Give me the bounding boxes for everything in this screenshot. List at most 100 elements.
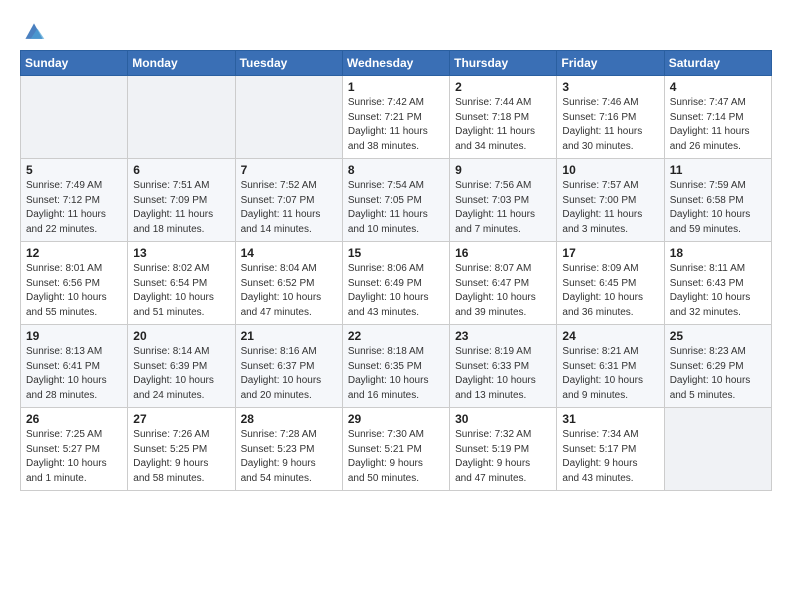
- logo-icon: [22, 20, 46, 44]
- day-info: Sunrise: 7:49 AMSunset: 7:12 PMDaylight:…: [26, 179, 122, 237]
- day-info: Sunrise: 8:19 AMSunset: 6:33 PMDaylight:…: [455, 345, 551, 403]
- day-number: 25: [670, 329, 766, 343]
- day-info: Sunrise: 7:25 AMSunset: 5:27 PMDaylight:…: [26, 428, 122, 486]
- day-cell: 26 Sunrise: 7:25 AMSunset: 5:27 PMDayligh…: [21, 408, 128, 491]
- day-cell: 29 Sunrise: 7:30 AMSunset: 5:21 PMDayligh…: [342, 408, 449, 491]
- day-info: Sunrise: 7:52 AMSunset: 7:07 PMDaylight:…: [241, 179, 337, 237]
- calendar-table: SundayMondayTuesdayWednesdayThursdayFrid…: [20, 50, 772, 491]
- day-number: 4: [670, 80, 766, 94]
- day-number: 12: [26, 246, 122, 260]
- weekday-header-thursday: Thursday: [450, 51, 557, 76]
- day-number: 24: [562, 329, 658, 343]
- week-row-0: 1 Sunrise: 7:42 AMSunset: 7:21 PMDaylight…: [21, 76, 772, 159]
- day-cell: 7Sunrise: 7:52 AMSunset: 7:07 PMDaylight…: [235, 159, 342, 242]
- day-cell: 15 Sunrise: 8:06 AMSunset: 6:49 PMDayligh…: [342, 242, 449, 325]
- day-info: Sunrise: 7:32 AMSunset: 5:19 PMDaylight:…: [455, 428, 551, 486]
- day-cell: 22 Sunrise: 8:18 AMSunset: 6:35 PMDayligh…: [342, 325, 449, 408]
- day-info: Sunrise: 8:16 AMSunset: 6:37 PMDaylight:…: [241, 345, 337, 403]
- day-cell: [664, 408, 771, 491]
- day-number: 1: [348, 80, 444, 94]
- day-cell: 24 Sunrise: 8:21 AMSunset: 6:31 PMDayligh…: [557, 325, 664, 408]
- day-cell: 23 Sunrise: 8:19 AMSunset: 6:33 PMDayligh…: [450, 325, 557, 408]
- day-info: Sunrise: 7:28 AMSunset: 5:23 PMDaylight:…: [241, 428, 337, 486]
- day-cell: 10 Sunrise: 7:57 AMSunset: 7:00 PMDayligh…: [557, 159, 664, 242]
- day-info: Sunrise: 8:06 AMSunset: 6:49 PMDaylight:…: [348, 262, 444, 320]
- header: [20, 16, 772, 44]
- day-number: 10: [562, 163, 658, 177]
- weekday-header-tuesday: Tuesday: [235, 51, 342, 76]
- day-number: 27: [133, 412, 229, 426]
- weekday-header-sunday: Sunday: [21, 51, 128, 76]
- week-row-2: 12Sunrise: 8:01 AMSunset: 6:56 PMDayligh…: [21, 242, 772, 325]
- day-number: 14: [241, 246, 337, 260]
- day-cell: 1 Sunrise: 7:42 AMSunset: 7:21 PMDaylight…: [342, 76, 449, 159]
- day-info: Sunrise: 7:59 AMSunset: 6:58 PMDaylight:…: [670, 179, 766, 237]
- day-info: Sunrise: 7:51 AMSunset: 7:09 PMDaylight:…: [133, 179, 229, 237]
- day-cell: [21, 76, 128, 159]
- day-info: Sunrise: 8:21 AMSunset: 6:31 PMDaylight:…: [562, 345, 658, 403]
- day-number: 8: [348, 163, 444, 177]
- day-number: 29: [348, 412, 444, 426]
- day-cell: 13 Sunrise: 8:02 AMSunset: 6:54 PMDayligh…: [128, 242, 235, 325]
- day-info: Sunrise: 7:30 AMSunset: 5:21 PMDaylight:…: [348, 428, 444, 486]
- day-number: 17: [562, 246, 658, 260]
- week-row-4: 26 Sunrise: 7:25 AMSunset: 5:27 PMDayligh…: [21, 408, 772, 491]
- week-row-1: 5 Sunrise: 7:49 AMSunset: 7:12 PMDaylight…: [21, 159, 772, 242]
- day-cell: 18 Sunrise: 8:11 AMSunset: 6:43 PMDayligh…: [664, 242, 771, 325]
- day-cell: 9Sunrise: 7:56 AMSunset: 7:03 PMDaylight…: [450, 159, 557, 242]
- day-number: 26: [26, 412, 122, 426]
- page: SundayMondayTuesdayWednesdayThursdayFrid…: [0, 0, 792, 612]
- weekday-header-friday: Friday: [557, 51, 664, 76]
- day-info: Sunrise: 7:46 AMSunset: 7:16 PMDaylight:…: [562, 96, 658, 154]
- day-number: 15: [348, 246, 444, 260]
- day-info: Sunrise: 8:18 AMSunset: 6:35 PMDaylight:…: [348, 345, 444, 403]
- day-info: Sunrise: 7:34 AMSunset: 5:17 PMDaylight:…: [562, 428, 658, 486]
- day-cell: 16Sunrise: 8:07 AMSunset: 6:47 PMDayligh…: [450, 242, 557, 325]
- day-info: Sunrise: 8:02 AMSunset: 6:54 PMDaylight:…: [133, 262, 229, 320]
- day-number: 23: [455, 329, 551, 343]
- day-number: 6: [133, 163, 229, 177]
- week-row-3: 19 Sunrise: 8:13 AMSunset: 6:41 PMDayligh…: [21, 325, 772, 408]
- day-info: Sunrise: 7:57 AMSunset: 7:00 PMDaylight:…: [562, 179, 658, 237]
- day-cell: 31 Sunrise: 7:34 AMSunset: 5:17 PMDayligh…: [557, 408, 664, 491]
- day-number: 19: [26, 329, 122, 343]
- day-info: Sunrise: 8:07 AMSunset: 6:47 PMDaylight:…: [455, 262, 551, 320]
- weekday-header-saturday: Saturday: [664, 51, 771, 76]
- day-cell: 17Sunrise: 8:09 AMSunset: 6:45 PMDayligh…: [557, 242, 664, 325]
- day-number: 3: [562, 80, 658, 94]
- day-number: 22: [348, 329, 444, 343]
- day-cell: 6 Sunrise: 7:51 AMSunset: 7:09 PMDaylight…: [128, 159, 235, 242]
- day-number: 30: [455, 412, 551, 426]
- day-info: Sunrise: 7:44 AMSunset: 7:18 PMDaylight:…: [455, 96, 551, 154]
- day-info: Sunrise: 8:11 AMSunset: 6:43 PMDaylight:…: [670, 262, 766, 320]
- day-info: Sunrise: 7:26 AMSunset: 5:25 PMDaylight:…: [133, 428, 229, 486]
- day-number: 21: [241, 329, 337, 343]
- day-info: Sunrise: 8:23 AMSunset: 6:29 PMDaylight:…: [670, 345, 766, 403]
- day-info: Sunrise: 8:13 AMSunset: 6:41 PMDaylight:…: [26, 345, 122, 403]
- day-info: Sunrise: 7:47 AMSunset: 7:14 PMDaylight:…: [670, 96, 766, 154]
- day-info: Sunrise: 7:56 AMSunset: 7:03 PMDaylight:…: [455, 179, 551, 237]
- day-number: 20: [133, 329, 229, 343]
- day-info: Sunrise: 7:42 AMSunset: 7:21 PMDaylight:…: [348, 96, 444, 154]
- day-cell: 14 Sunrise: 8:04 AMSunset: 6:52 PMDayligh…: [235, 242, 342, 325]
- day-cell: 11Sunrise: 7:59 AMSunset: 6:58 PMDayligh…: [664, 159, 771, 242]
- day-cell: 19 Sunrise: 8:13 AMSunset: 6:41 PMDayligh…: [21, 325, 128, 408]
- day-cell: 21 Sunrise: 8:16 AMSunset: 6:37 PMDayligh…: [235, 325, 342, 408]
- day-number: 13: [133, 246, 229, 260]
- calendar-header: SundayMondayTuesdayWednesdayThursdayFrid…: [21, 51, 772, 76]
- day-info: Sunrise: 7:54 AMSunset: 7:05 PMDaylight:…: [348, 179, 444, 237]
- day-cell: [128, 76, 235, 159]
- day-cell: 4 Sunrise: 7:47 AMSunset: 7:14 PMDaylight…: [664, 76, 771, 159]
- day-cell: 3 Sunrise: 7:46 AMSunset: 7:16 PMDaylight…: [557, 76, 664, 159]
- calendar-body: 1 Sunrise: 7:42 AMSunset: 7:21 PMDaylight…: [21, 76, 772, 491]
- day-cell: 28Sunrise: 7:28 AMSunset: 5:23 PMDayligh…: [235, 408, 342, 491]
- day-number: 18: [670, 246, 766, 260]
- day-info: Sunrise: 8:04 AMSunset: 6:52 PMDaylight:…: [241, 262, 337, 320]
- day-number: 31: [562, 412, 658, 426]
- day-cell: 30 Sunrise: 7:32 AMSunset: 5:19 PMDayligh…: [450, 408, 557, 491]
- day-number: 5: [26, 163, 122, 177]
- day-cell: 25 Sunrise: 8:23 AMSunset: 6:29 PMDayligh…: [664, 325, 771, 408]
- day-number: 2: [455, 80, 551, 94]
- day-cell: 5 Sunrise: 7:49 AMSunset: 7:12 PMDaylight…: [21, 159, 128, 242]
- weekday-header-wednesday: Wednesday: [342, 51, 449, 76]
